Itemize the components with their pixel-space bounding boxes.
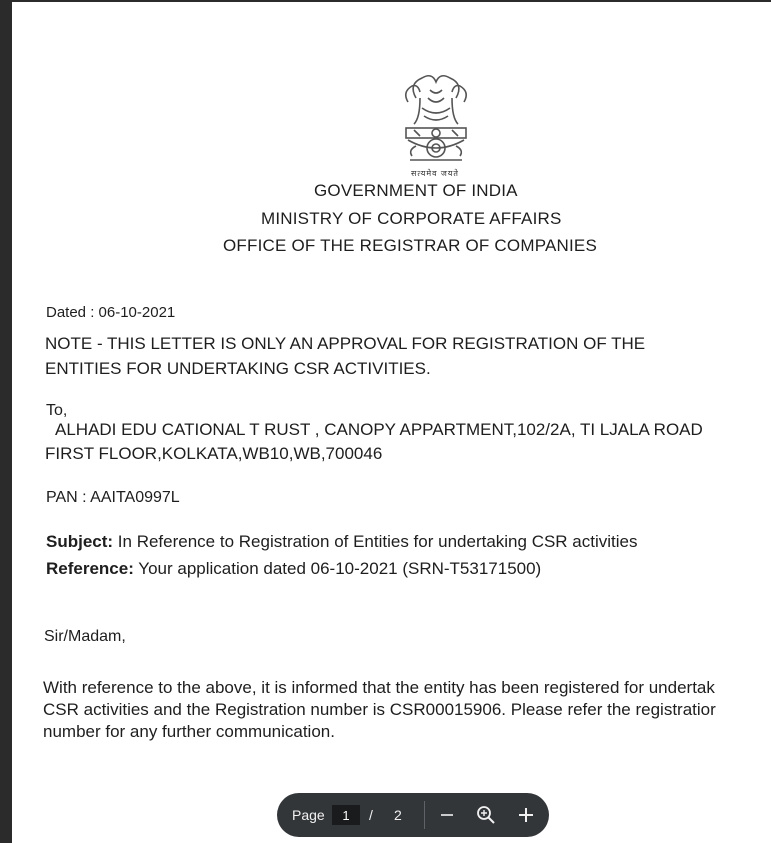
pdf-page: सत्यमेव जयते GOVERNMENT OF INDIA MINISTR… [12,2,771,843]
page-separator: / [369,807,373,823]
note-line-1: NOTE - THIS LETTER IS ONLY AN APPROVAL F… [45,334,646,353]
note-line-2: ENTITIES FOR UNDERTAKING CSR ACTIVITIES. [45,359,431,378]
address-line-1: ALHADI EDU CATIONAL T RUST , CANOPY APPA… [55,420,703,439]
dated: Dated : 06-10-2021 [46,304,176,321]
emblem-motto: सत्यमेव जयते [411,169,459,178]
header-registrar: OFFICE OF THE REGISTRAR OF COMPANIES [223,236,597,255]
reference-text: Your application dated 06-10-2021 (SRN-T… [138,559,542,578]
zoom-in-icon [519,808,533,822]
zoom-out-button[interactable] [433,801,461,829]
page-label: Page [292,807,325,823]
header-ministry: MINISTRY OF CORPORATE AFFAIRS [261,209,562,228]
subject-line: Subject: In Reference to Registration of… [46,532,638,552]
header-government: GOVERNMENT OF INDIA [314,181,518,200]
page-number-input[interactable] [332,805,360,825]
subject-text: In Reference to Registration of Entities… [117,532,638,551]
total-pages: 2 [394,807,402,823]
salutation: Sir/Madam, [44,628,126,645]
body-line-1: With reference to the above, it is infor… [43,678,715,697]
to-label: To, [46,402,68,419]
address-line-2: FIRST FLOOR,KOLKATA,WB10,WB,700046 [45,444,383,463]
subject-label: Subject: [46,532,114,551]
reference-label: Reference: [46,559,134,578]
state-emblem-icon [404,74,468,161]
zoom-fit-button[interactable] [472,801,500,829]
zoom-fit-icon [477,806,495,824]
reference-line: Reference: Your application dated 06-10-… [46,559,541,579]
zoom-in-button[interactable] [512,801,540,829]
body-line-2: CSR activities and the Registration numb… [43,700,716,719]
body-line-3: number for any further communication. [43,722,335,741]
pan: PAN : AAITA0997L [46,489,180,506]
zoom-out-icon [441,814,453,816]
toolbar-divider [424,801,425,829]
pdf-toolbar: Page / 2 [277,793,549,837]
